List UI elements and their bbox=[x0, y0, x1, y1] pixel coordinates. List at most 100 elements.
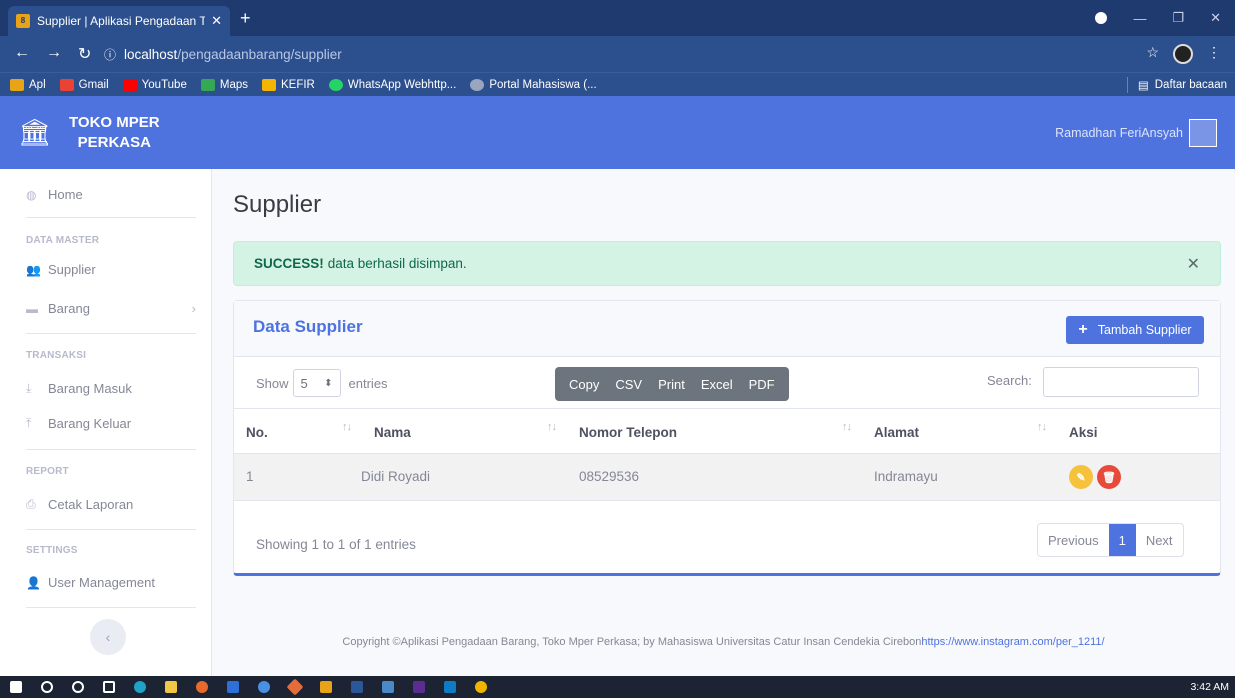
kefir-icon bbox=[261, 78, 276, 91]
browser-tab-bar: 8 Supplier | Aplikasi Pengadaan Tra ✕ + … bbox=[0, 0, 1235, 36]
pager-previous[interactable]: Previous bbox=[1038, 524, 1109, 556]
close-icon[interactable]: ✕ bbox=[1187, 254, 1200, 274]
user-name: Ramadhan FeriAnsyah bbox=[1055, 125, 1183, 140]
sidebar-item-barang-masuk[interactable]: ⤓ Barang Masuk bbox=[26, 381, 132, 396]
chrome-icon[interactable] bbox=[475, 681, 487, 693]
windows-start-icon[interactable] bbox=[10, 681, 22, 693]
search-icon[interactable] bbox=[41, 681, 53, 693]
restore-icon[interactable]: ❐ bbox=[1172, 10, 1184, 26]
entries-select[interactable]: 5 ⬍ bbox=[292, 369, 341, 397]
bookmark-gmail[interactable]: Gmail bbox=[59, 78, 109, 91]
sidebar-item-barang[interactable]: ▬ Barang › bbox=[26, 301, 196, 316]
maps-icon bbox=[200, 78, 215, 91]
info-icon[interactable]: ⓘ bbox=[104, 46, 116, 63]
pager-page-1[interactable]: 1 bbox=[1108, 524, 1136, 556]
user-dropdown[interactable]: Ramadhan FeriAnsyah bbox=[1055, 118, 1235, 147]
word-icon[interactable] bbox=[351, 681, 363, 693]
bookmark-apl[interactable]: Apl bbox=[10, 78, 46, 91]
task-view-icon[interactable] bbox=[103, 681, 115, 693]
reading-list-icon: ▤ bbox=[1137, 79, 1149, 92]
browser-tab[interactable]: 8 Supplier | Aplikasi Pengadaan Tra ✕ bbox=[8, 6, 230, 36]
url-field[interactable]: ⓘ localhost/pengadaanbarang/supplier bbox=[104, 41, 1056, 67]
xampp-icon[interactable] bbox=[320, 681, 332, 693]
column-header-nama[interactable]: Nama bbox=[374, 425, 411, 440]
footer: Copyright ©Aplikasi Pengadaan Barang, To… bbox=[212, 636, 1235, 648]
profile-avatar-icon[interactable] bbox=[1173, 44, 1193, 64]
sidebar-item-home[interactable]: ◍ Home bbox=[26, 187, 83, 202]
bookmark-star-icon[interactable]: ☆ bbox=[1146, 44, 1159, 64]
download-icon: ⤓ bbox=[26, 381, 32, 395]
sidebar-item-supplier[interactable]: 👥 Supplier bbox=[26, 262, 96, 277]
menu-kebab-icon[interactable]: ⋮ bbox=[1207, 44, 1221, 64]
column-header-aksi[interactable]: Aksi bbox=[1069, 425, 1098, 440]
url-host: localhost bbox=[124, 46, 178, 62]
card-header: Data Supplier + Tambah Supplier bbox=[234, 301, 1220, 357]
profile-dot-icon[interactable] bbox=[1095, 12, 1108, 24]
delete-button[interactable]: 🗑 bbox=[1097, 465, 1121, 489]
notepad-icon[interactable] bbox=[382, 681, 394, 693]
edge-icon[interactable] bbox=[134, 681, 146, 693]
brand-name: TOKO MPER PERKASA bbox=[69, 113, 160, 153]
sidebar-heading: REPORT bbox=[26, 466, 69, 477]
bookmark-label: Gmail bbox=[78, 78, 109, 91]
sidebar-divider bbox=[26, 449, 196, 450]
app-icon[interactable] bbox=[227, 681, 239, 693]
csv-button[interactable]: CSV bbox=[607, 377, 650, 392]
pager-next[interactable]: Next bbox=[1136, 524, 1183, 556]
footer-link[interactable]: https://www.instagram.com/per_1211/ bbox=[921, 636, 1104, 648]
taskbar-clock[interactable]: 3:42 AM bbox=[1190, 681, 1235, 693]
entries-value: 5 bbox=[300, 375, 308, 391]
back-arrow-icon[interactable]: ← bbox=[14, 44, 30, 64]
tab-close-icon[interactable]: ✕ bbox=[211, 13, 222, 29]
chrome-icon[interactable] bbox=[258, 681, 270, 693]
search-input[interactable] bbox=[1043, 367, 1199, 397]
alert-strong: SUCCESS! bbox=[254, 256, 324, 271]
excel-button[interactable]: Excel bbox=[693, 377, 741, 392]
bookmark-maps[interactable]: Maps bbox=[200, 78, 248, 91]
visual-studio-icon[interactable] bbox=[413, 681, 425, 693]
sort-icon: ↑↓ bbox=[547, 421, 557, 433]
nav-buttons: ← → ↻ bbox=[0, 44, 104, 64]
bookmark-youtube[interactable]: YouTube bbox=[122, 78, 187, 91]
sidebar-item-cetak-laporan[interactable]: ⎙ Cetak Laporan bbox=[26, 497, 133, 512]
export-button-group: Copy CSV Print Excel PDF bbox=[555, 367, 789, 401]
new-tab-button[interactable]: + bbox=[240, 8, 251, 29]
data-card: Data Supplier + Tambah Supplier Show 5 ⬍… bbox=[233, 300, 1221, 576]
brand[interactable]: 🏛 TOKO MPER PERKASA bbox=[0, 113, 212, 153]
cell-telepon: 08529536 bbox=[579, 469, 640, 484]
whatsapp-icon bbox=[328, 78, 343, 91]
minimize-icon[interactable]: — bbox=[1133, 11, 1146, 26]
footer-text: Copyright ©Aplikasi Pengadaan Barang, To… bbox=[342, 636, 922, 648]
sidebar-item-label: Barang Masuk bbox=[48, 381, 132, 396]
firefox-icon[interactable] bbox=[196, 681, 208, 693]
sidebar-toggle-button[interactable]: ‹ bbox=[90, 619, 126, 655]
print-button[interactable]: Print bbox=[650, 377, 693, 392]
bookmark-label: Maps bbox=[219, 78, 248, 91]
file-explorer-icon[interactable] bbox=[165, 681, 177, 693]
reading-list[interactable]: ▤ Daftar bacaan bbox=[1126, 76, 1235, 93]
vscode-icon[interactable] bbox=[444, 681, 456, 693]
column-header-alamat[interactable]: Alamat bbox=[874, 425, 919, 440]
cortana-icon[interactable] bbox=[72, 681, 84, 693]
bookmark-label: Apl bbox=[29, 78, 46, 91]
bookmark-kefir[interactable]: KEFIR bbox=[261, 78, 315, 91]
sidebar-item-label: Barang Keluar bbox=[48, 416, 132, 431]
pdf-button[interactable]: PDF bbox=[741, 377, 783, 392]
bookmark-whatsapp[interactable]: WhatsApp Webhttp... bbox=[328, 78, 456, 91]
bookmark-portal[interactable]: Portal Mahasiswa (... bbox=[470, 78, 597, 91]
edit-button[interactable]: ✎ bbox=[1069, 465, 1093, 489]
window-controls: — ❐ ✕ bbox=[1095, 0, 1235, 36]
forward-arrow-icon[interactable]: → bbox=[46, 44, 62, 64]
copy-button[interactable]: Copy bbox=[561, 377, 607, 392]
address-bar-actions: ☆ ⋮ bbox=[1146, 44, 1235, 64]
sidebar-item-user-management[interactable]: 👤 User Management bbox=[26, 575, 155, 590]
column-header-no[interactable]: No. bbox=[246, 425, 268, 440]
git-icon[interactable] bbox=[286, 678, 304, 696]
sidebar-item-barang-keluar[interactable]: ⤒ Barang Keluar bbox=[26, 416, 131, 431]
column-header-telepon[interactable]: Nomor Telepon bbox=[579, 425, 677, 440]
success-alert: SUCCESS! data berhasil disimpan. ✕ bbox=[233, 241, 1221, 286]
sidebar-item-label: Home bbox=[48, 187, 83, 202]
add-supplier-button[interactable]: + Tambah Supplier bbox=[1066, 316, 1204, 344]
reload-icon[interactable]: ↻ bbox=[78, 44, 91, 64]
close-window-icon[interactable]: ✕ bbox=[1210, 10, 1221, 26]
